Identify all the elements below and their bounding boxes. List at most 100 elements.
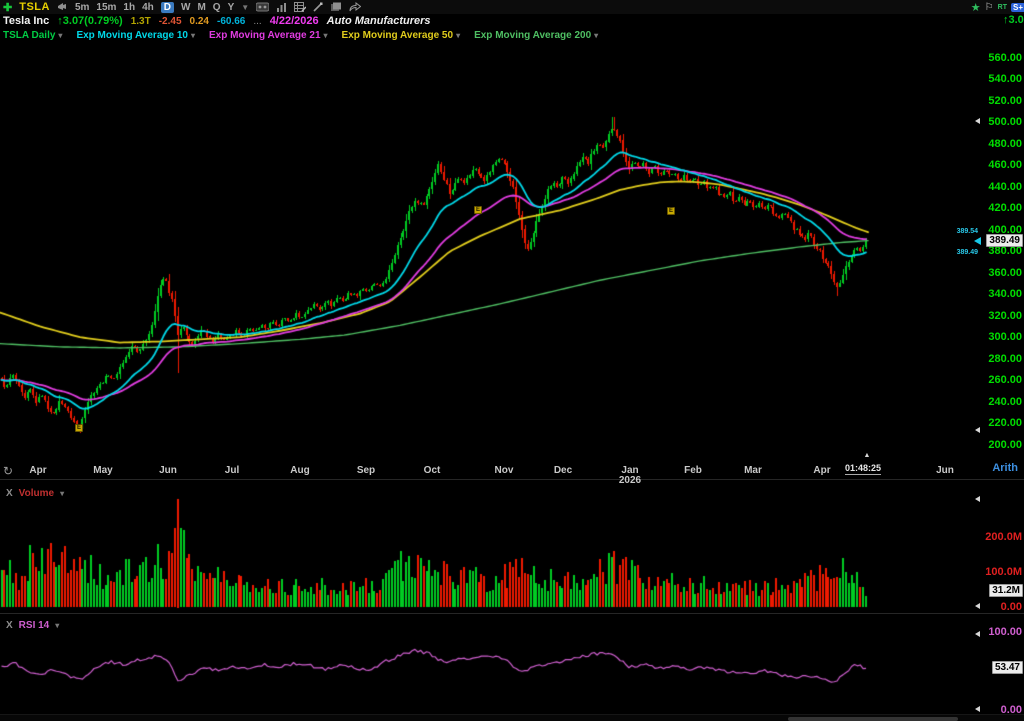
month-label: May (93, 465, 112, 476)
scrollbar-thumb[interactable] (788, 717, 958, 721)
ema21-label: Exp Moving Average 21 (209, 30, 321, 41)
last-price-arrow-icon (974, 237, 981, 245)
quote-stat-1: -2.45 (159, 16, 182, 27)
grid-edit-icon[interactable] (294, 2, 306, 12)
price-change: ↑3.07(0.79%) (57, 15, 122, 27)
price-tick-label: 380.00 (972, 245, 1022, 257)
rsi-title[interactable]: RSI 14 (19, 620, 50, 631)
timeframe-weekly[interactable]: W (181, 2, 190, 13)
symbol-label[interactable]: TSLA (19, 1, 50, 13)
rsi-low-marker-icon (975, 706, 980, 712)
price-tick-label: 480.00 (972, 138, 1022, 150)
price-tick-label: 340.00 (972, 288, 1022, 300)
market-cap: 1.3T (131, 16, 151, 27)
month-label: Oct (424, 465, 441, 476)
month-label: Dec (554, 465, 572, 476)
month-label: Jun (159, 465, 177, 476)
earnings-marker[interactable]: E (75, 424, 83, 432)
month-label: Mar (744, 465, 762, 476)
timeframe-daily-active[interactable]: D (161, 2, 174, 13)
rsi-high-marker-icon (975, 631, 980, 637)
ema50-label: Exp Moving Average 50 (342, 30, 454, 41)
indicator-ema200[interactable]: Exp Moving Average 200 ▾ (474, 30, 598, 41)
price-tick-label: 440.00 (972, 181, 1022, 193)
volume-bars-icon[interactable] (276, 2, 287, 12)
month-label: Apr (29, 465, 46, 476)
price-tick-label: 320.00 (972, 310, 1022, 322)
ask-price-label: 389.54 (957, 228, 978, 235)
timeframe-1h[interactable]: 1h (123, 2, 135, 13)
realtime-badge: RT (998, 4, 1007, 11)
timeframe-4h[interactable]: 4h (142, 2, 154, 13)
month-label: Sep (357, 465, 375, 476)
timeframe-yearly[interactable]: Y (228, 2, 235, 13)
add-symbol-icon[interactable]: ✚ (3, 1, 12, 14)
favorite-star-icon[interactable]: ★ (971, 1, 981, 14)
price-chart-canvas[interactable] (0, 42, 980, 455)
indicator-ema21[interactable]: Exp Moving Average 21 ▾ (209, 30, 328, 41)
price-tick-label: 540.00 (972, 73, 1022, 85)
month-label: Feb (684, 465, 702, 476)
indicator-ema50[interactable]: Exp Moving Average 50 ▾ (342, 30, 461, 41)
megaphone-icon[interactable] (57, 2, 68, 12)
price-tick-label: 560.00 (972, 52, 1022, 64)
month-label: Jun (936, 465, 954, 476)
price-tick-label: 260.00 (972, 374, 1022, 386)
horizontal-scrollbar[interactable] (0, 714, 1024, 721)
chevron-down-icon: ▾ (456, 31, 460, 40)
draw-line-icon[interactable] (313, 2, 323, 12)
toolbar-right-group: ★ ⚐ RT S+ (971, 1, 1024, 14)
sync-icon[interactable]: ↻ (3, 464, 13, 478)
quote-ellipsis: ... (253, 16, 261, 27)
period-high-marker-icon (975, 118, 980, 124)
period-low-marker-icon (975, 427, 980, 433)
chevron-down-icon[interactable]: ▾ (60, 489, 64, 498)
splus-badge[interactable]: S+ (1011, 3, 1024, 12)
earnings-marker[interactable]: E (667, 207, 675, 215)
timeframe-15m[interactable]: 15m (96, 2, 116, 13)
volume-canvas[interactable] (0, 479, 980, 613)
indicator-ema10[interactable]: Exp Moving Average 10 ▾ (76, 30, 195, 41)
scale-mode-label[interactable]: Arith (992, 462, 1018, 474)
month-label: Nov (495, 465, 514, 476)
earnings-date: 4/22/2026 (270, 15, 319, 27)
earnings-marker[interactable]: E (474, 206, 482, 214)
rsi-header: X RSI 14 ▾ (6, 620, 59, 631)
volume-tick-label: 100.0M (972, 566, 1022, 578)
timeframe-dropdown-icon[interactable]: ▼ (241, 3, 249, 12)
company-name: Tesla Inc (3, 15, 49, 27)
share-icon[interactable] (349, 2, 361, 12)
notes-icon[interactable] (330, 2, 342, 12)
volume-last-tag: 31.2M (989, 584, 1023, 597)
last-price-tag: 389.49 (986, 234, 1023, 247)
price-tick-label: 360.00 (972, 267, 1022, 279)
volume-header: X Volume ▾ (6, 488, 64, 499)
series-label: TSLA Daily (3, 30, 55, 41)
price-tick-label: 460.00 (972, 159, 1022, 171)
timeframe-monthly[interactable]: M (197, 2, 205, 13)
ema200-label: Exp Moving Average 200 (474, 30, 591, 41)
rsi-close-button[interactable]: X (6, 620, 13, 631)
chart-type-icon[interactable] (256, 2, 269, 12)
rsi-canvas[interactable] (0, 613, 980, 714)
price-tick-label: 520.00 (972, 95, 1022, 107)
quote-stat-3: -60.66 (217, 16, 245, 27)
quote-row: Tesla Inc ↑3.07(0.79%) 1.3T -2.45 0.24 -… (0, 14, 1024, 28)
ema10-label: Exp Moving Average 10 (76, 30, 188, 41)
flag-icon[interactable]: ⚐ (985, 2, 994, 13)
indicator-bar: TSLA Daily ▾ Exp Moving Average 10 ▾ Exp… (0, 28, 1024, 42)
chevron-down-icon: ▾ (324, 31, 328, 40)
price-tick-label: 300.00 (972, 331, 1022, 343)
timeframe-quarterly[interactable]: Q (213, 2, 221, 13)
chevron-down-icon: ▾ (594, 31, 598, 40)
chart-application-window: ✚ TSLA 5m 15m 1h 4h D W M Q Y ▼ (0, 0, 1024, 721)
chevron-down-icon[interactable]: ▾ (55, 621, 59, 630)
top-toolbar: ✚ TSLA 5m 15m 1h 4h D W M Q Y ▼ (0, 0, 1024, 15)
volume-title[interactable]: Volume (19, 488, 54, 499)
chevron-down-icon: ▾ (191, 31, 195, 40)
chevron-down-icon: ▾ (58, 31, 62, 40)
volume-close-button[interactable]: X (6, 488, 13, 499)
series-selector[interactable]: TSLA Daily ▾ (3, 30, 62, 41)
timeframe-5m[interactable]: 5m (75, 2, 89, 13)
price-change-right-clipped: ↑3.07 (1003, 14, 1024, 28)
